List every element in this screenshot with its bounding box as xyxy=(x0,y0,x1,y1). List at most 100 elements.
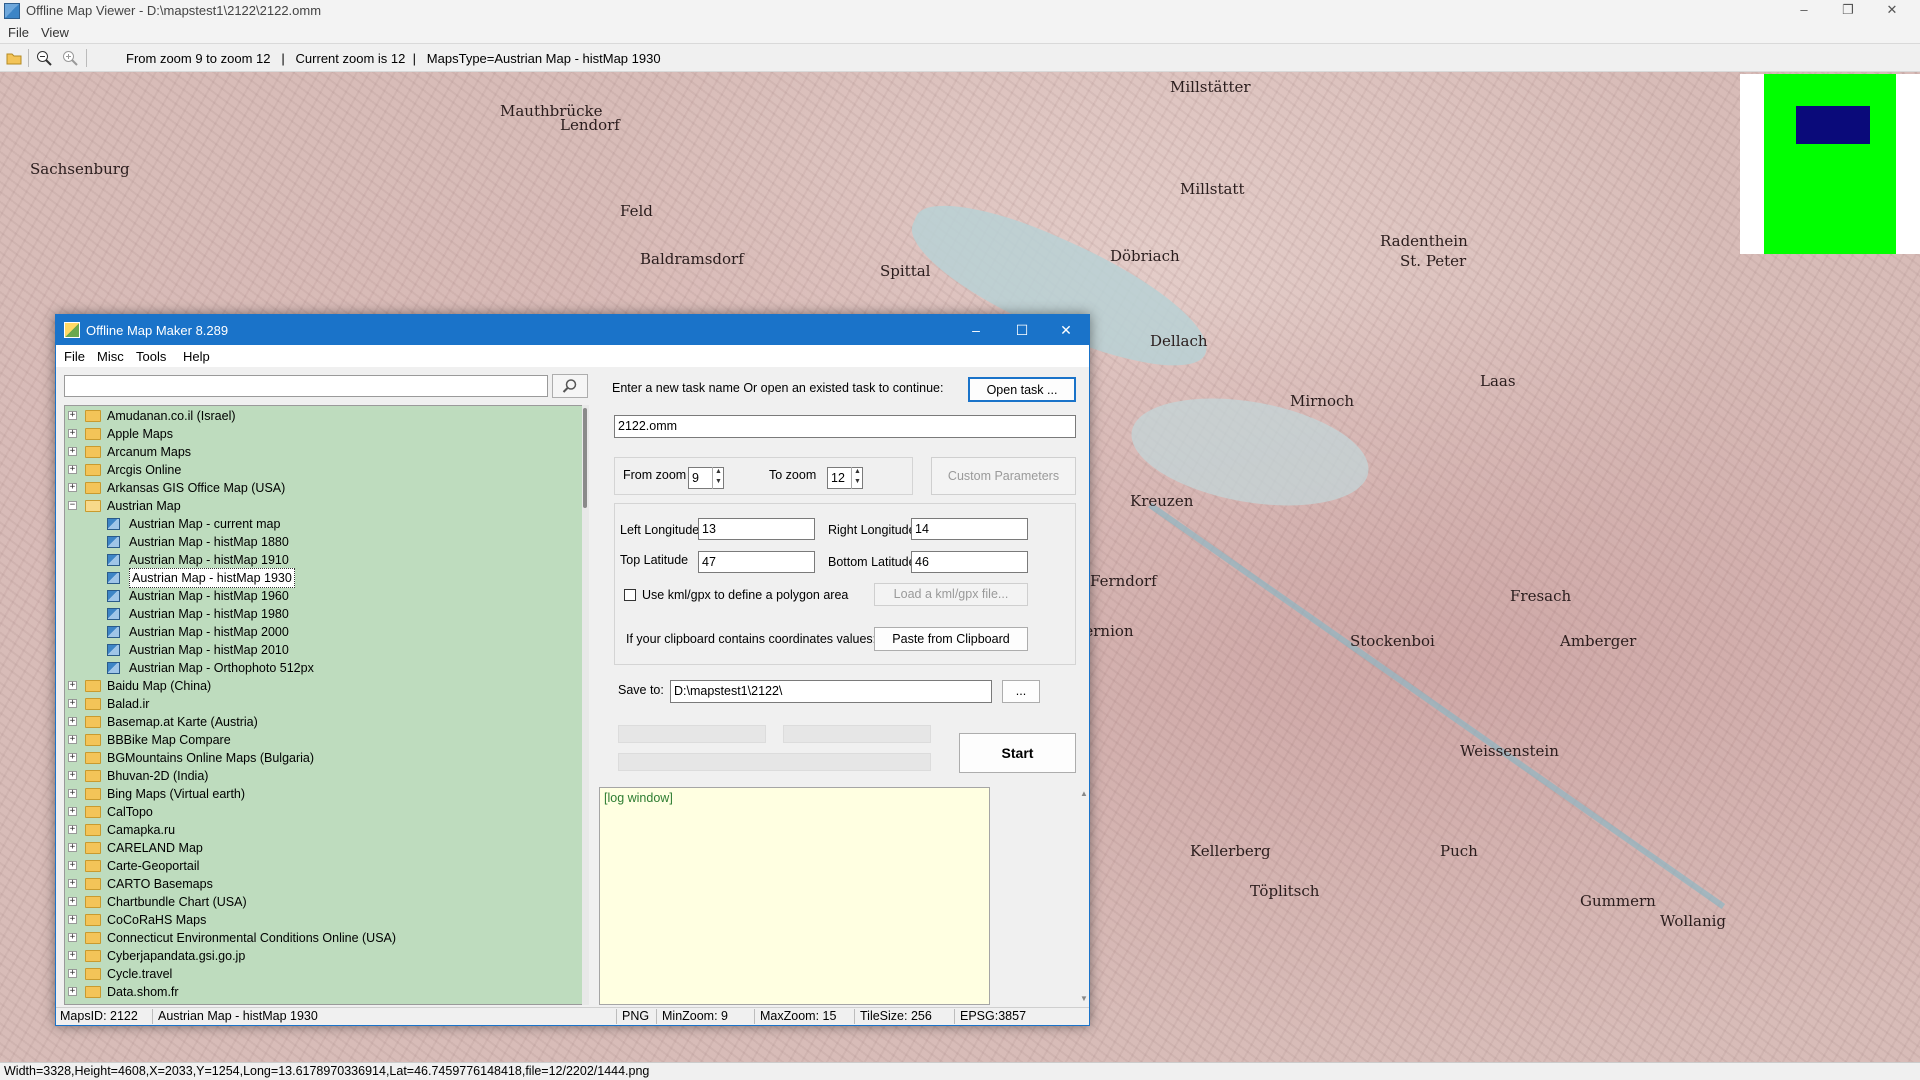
tree-map-item[interactable]: Austrian Map - Orthophoto 512px xyxy=(65,659,585,677)
bottom-latitude-input[interactable]: 46 xyxy=(911,551,1028,573)
tree-folder-item[interactable]: + Chartbundle Chart (USA) xyxy=(65,893,585,911)
tree-folder-item[interactable]: + BGMountains Online Maps (Bulgaria) xyxy=(65,749,585,767)
search-icon xyxy=(562,379,577,393)
open-task-button[interactable]: Open task ... xyxy=(968,377,1076,402)
tree-folder-item[interactable]: + Connecticut Environmental Conditions On… xyxy=(65,929,585,947)
scroll-down-arrow-icon[interactable]: ▼ xyxy=(1080,994,1088,1003)
expand-icon[interactable]: + xyxy=(68,933,77,942)
from-zoom-spinner[interactable]: ▲ ▼ xyxy=(712,467,724,489)
dialog-menu-help[interactable]: Help xyxy=(183,349,210,364)
tree-folder-item[interactable]: + Carte-Geoportail xyxy=(65,857,585,875)
tree-scrollbar-thumb[interactable] xyxy=(583,408,587,508)
top-latitude-input[interactable]: 47 xyxy=(698,551,815,573)
expand-icon[interactable]: + xyxy=(68,879,77,888)
expand-icon[interactable]: + xyxy=(68,771,77,780)
tree-folder-item[interactable]: + Arcanum Maps xyxy=(65,443,585,461)
task-name-field[interactable]: 2122.omm xyxy=(614,415,1076,438)
custom-parameters-button[interactable]: Custom Parameters xyxy=(931,457,1076,495)
expand-icon[interactable]: + xyxy=(68,447,77,456)
tree-folder-item[interactable]: + Baidu Map (China) xyxy=(65,677,585,695)
expand-icon[interactable]: + xyxy=(68,825,77,834)
kml-checkbox[interactable] xyxy=(624,589,636,601)
scroll-up-arrow-icon[interactable]: ▲ xyxy=(1080,789,1088,798)
tree-folder-item[interactable]: + Camapka.ru xyxy=(65,821,585,839)
dialog-menu-misc[interactable]: Misc xyxy=(97,349,124,364)
tree-folder-item[interactable]: + CARTO Basemaps xyxy=(65,875,585,893)
dialog-menu-file[interactable]: File xyxy=(64,349,85,364)
paste-clipboard-button[interactable]: Paste from Clipboard xyxy=(874,627,1028,651)
expand-icon[interactable]: + xyxy=(68,789,77,798)
expand-icon[interactable]: + xyxy=(68,915,77,924)
expand-icon[interactable]: + xyxy=(68,897,77,906)
tree-folder-item[interactable]: + Arkansas GIS Office Map (USA) xyxy=(65,479,585,497)
tree-map-item[interactable]: Austrian Map - histMap 1930 xyxy=(65,568,585,588)
tree-map-item[interactable]: Austrian Map - histMap 2010 xyxy=(65,641,585,659)
tree-folder-item[interactable]: + CARELAND Map xyxy=(65,839,585,857)
browse-button[interactable]: ... xyxy=(1002,680,1040,703)
dialog-titlebar[interactable]: Offline Map Maker 8.289 – ☐ ✕ xyxy=(56,315,1089,345)
menu-file[interactable]: File xyxy=(8,25,29,40)
expand-icon[interactable]: + xyxy=(68,753,77,762)
expand-icon[interactable]: + xyxy=(68,411,77,420)
log-scrollbar[interactable]: ▲ ▼ xyxy=(1079,787,1089,1005)
close-button[interactable]: ✕ xyxy=(1870,0,1914,22)
expand-icon[interactable]: + xyxy=(68,483,77,492)
minimize-button[interactable]: – xyxy=(1782,0,1826,22)
minimap[interactable] xyxy=(1764,74,1896,254)
maximize-button[interactable]: ❐ xyxy=(1826,0,1870,22)
expand-icon[interactable]: + xyxy=(68,699,77,708)
map-search-input[interactable] xyxy=(64,375,548,397)
tree-folder-item[interactable]: + BBBike Map Compare xyxy=(65,731,585,749)
open-folder-icon[interactable] xyxy=(6,50,22,66)
tree-folder-item[interactable]: + CoCoRaHS Maps xyxy=(65,911,585,929)
zoom-in-icon[interactable] xyxy=(62,50,78,66)
tree-folder-item[interactable]: + Data.shom.fr xyxy=(65,983,585,1001)
expand-icon[interactable]: + xyxy=(68,429,77,438)
collapse-icon[interactable]: − xyxy=(68,501,77,510)
right-longitude-input[interactable]: 14 xyxy=(911,518,1028,540)
tree-folder-item[interactable]: + Bhuvan-2D (India) xyxy=(65,767,585,785)
expand-icon[interactable]: + xyxy=(68,681,77,690)
expand-icon[interactable]: + xyxy=(68,861,77,870)
expand-icon[interactable]: + xyxy=(68,843,77,852)
tree-map-item[interactable]: Austrian Map - histMap 1910 xyxy=(65,551,585,569)
tree-folder-item[interactable]: + Arcgis Online xyxy=(65,461,585,479)
tree-item-label: Camapka.ru xyxy=(107,823,176,837)
tree-folder-item[interactable]: + Basemap.at Karte (Austria) xyxy=(65,713,585,731)
dialog-maximize-button[interactable]: ☐ xyxy=(999,315,1045,345)
expand-icon[interactable]: + xyxy=(68,987,77,996)
tree-map-item[interactable]: Austrian Map - histMap 1980 xyxy=(65,605,585,623)
menu-view[interactable]: View xyxy=(41,25,69,40)
tree-folder-item[interactable]: + Balad.ir xyxy=(65,695,585,713)
tree-map-item[interactable]: Austrian Map - histMap 1960 xyxy=(65,587,585,605)
map-type-tree[interactable]: + Amudanan.co.il (Israel) + Apple Maps + Arca… xyxy=(64,405,589,1005)
expand-icon[interactable]: + xyxy=(68,465,77,474)
expand-icon[interactable]: + xyxy=(68,735,77,744)
to-zoom-spinner[interactable]: ▲ ▼ xyxy=(851,467,863,489)
start-button[interactable]: Start xyxy=(959,733,1076,773)
tree-folder-item[interactable]: + Apple Maps xyxy=(65,425,585,443)
left-longitude-input[interactable]: 13 xyxy=(698,518,815,540)
minimap-viewport[interactable] xyxy=(1796,106,1870,144)
zoom-out-icon[interactable] xyxy=(36,50,52,66)
expand-icon[interactable]: + xyxy=(68,969,77,978)
expand-icon[interactable]: + xyxy=(68,951,77,960)
tree-map-item[interactable]: Austrian Map - histMap 1880 xyxy=(65,533,585,551)
load-kml-button[interactable]: Load a kml/gpx file... xyxy=(874,583,1028,606)
search-button[interactable] xyxy=(552,374,588,398)
expand-icon[interactable]: + xyxy=(68,807,77,816)
dialog-menu-tools[interactable]: Tools xyxy=(136,349,166,364)
tree-folder-item[interactable]: + Cyberjapandata.gsi.go.jp xyxy=(65,947,585,965)
tree-folder-item[interactable]: + CalTopo xyxy=(65,803,585,821)
dialog-minimize-button[interactable]: – xyxy=(953,315,999,345)
tree-folder-item[interactable]: + Bing Maps (Virtual earth) xyxy=(65,785,585,803)
tree-map-item[interactable]: Austrian Map - histMap 2000 xyxy=(65,623,585,641)
tree-folder-item[interactable]: + Amudanan.co.il (Israel) xyxy=(65,407,585,425)
tree-folder-item[interactable]: + Cycle.travel xyxy=(65,965,585,983)
dialog-close-button[interactable]: ✕ xyxy=(1043,315,1089,345)
save-to-field[interactable]: D:\mapstest1\2122\ xyxy=(670,680,992,703)
log-window[interactable]: [log window] xyxy=(599,787,990,1005)
tree-map-item[interactable]: Austrian Map - current map xyxy=(65,515,585,533)
tree-folder-item[interactable]: − Austrian Map xyxy=(65,497,585,515)
expand-icon[interactable]: + xyxy=(68,717,77,726)
